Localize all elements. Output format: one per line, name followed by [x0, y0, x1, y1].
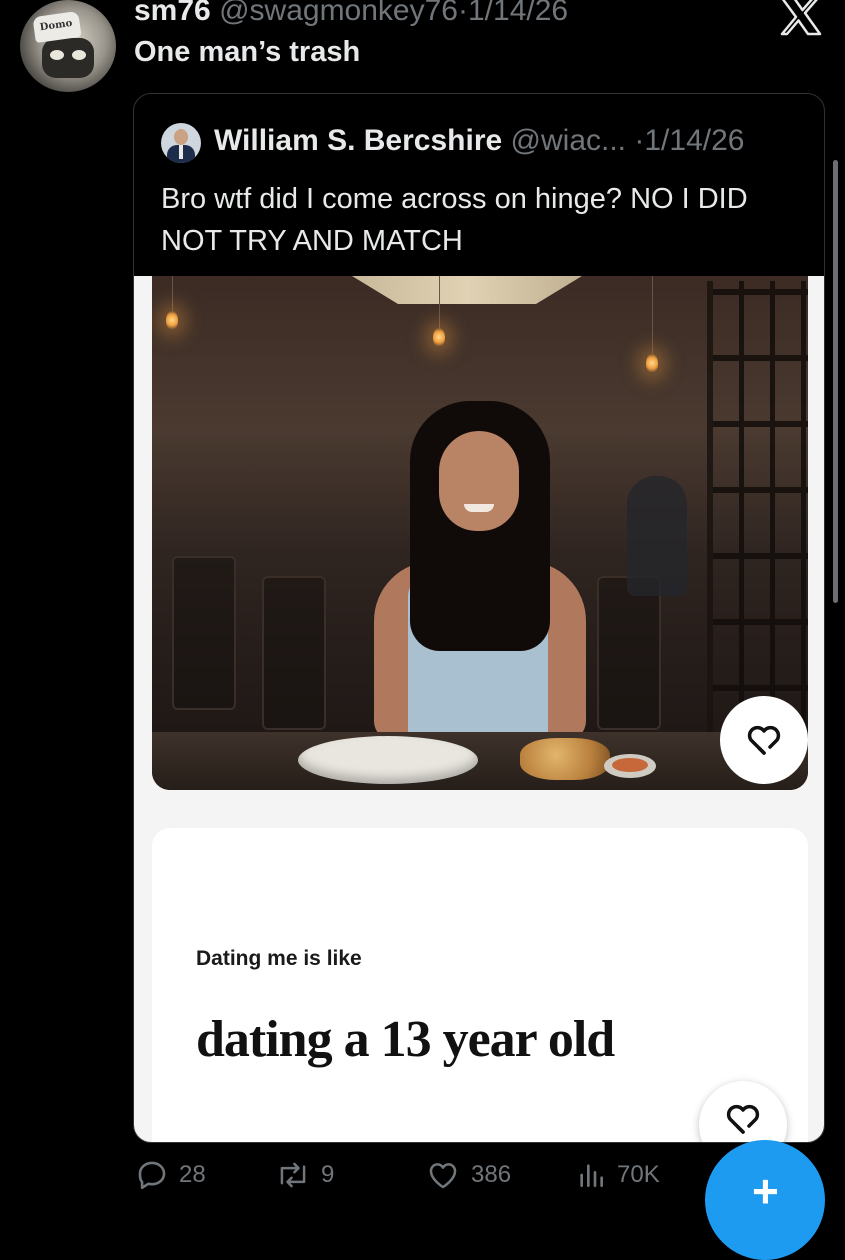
- quoted-tweet-card[interactable]: William S. Bercshire @wiac... ·1/14/26 B…: [133, 93, 825, 1143]
- avatar-text: Domo: [39, 17, 73, 34]
- prompt-label: Dating me is like: [196, 947, 362, 970]
- x-logo-icon[interactable]: [770, 0, 830, 46]
- author-handle[interactable]: @swagmonkey76·1/14/26: [219, 0, 568, 27]
- views-icon: [580, 1164, 603, 1187]
- views-button[interactable]: 70K: [575, 1158, 660, 1192]
- tweet-text: One man’s trash: [134, 36, 361, 68]
- repost-count: 9: [321, 1161, 335, 1188]
- tweet-header: sm76 @swagmonkey76·1/14/26: [134, 0, 568, 28]
- reply-button[interactable]: 28: [135, 1158, 206, 1192]
- like-photo-button[interactable]: [720, 696, 808, 784]
- compose-button[interactable]: +: [705, 1140, 825, 1260]
- quoted-author-avatar[interactable]: [161, 123, 201, 163]
- avatar-figure: [42, 38, 94, 78]
- quoted-tweet-text: Bro wtf did I come across on hinge? NO I…: [161, 183, 748, 257]
- repost-button[interactable]: 9: [275, 1158, 334, 1192]
- scrollbar[interactable]: [833, 160, 838, 603]
- quoted-author-handle[interactable]: @wiac... ·1/14/26: [511, 124, 745, 157]
- prompt-answer: dating a 13 year old: [196, 1011, 615, 1068]
- hinge-screenshot[interactable]: Dating me is like dating a 13 year old: [134, 276, 824, 1142]
- author-name[interactable]: sm76: [134, 0, 211, 27]
- author-avatar[interactable]: Domo: [20, 0, 116, 92]
- quoted-author-name[interactable]: William S. Bercshire: [214, 124, 502, 157]
- like-count: 386: [471, 1161, 512, 1188]
- reply-icon: [138, 1161, 166, 1190]
- repost-icon: [280, 1162, 306, 1188]
- hinge-like-icon: [747, 725, 781, 755]
- like-icon: [429, 1163, 457, 1189]
- profile-photo: [152, 276, 808, 790]
- views-count: 70K: [617, 1161, 660, 1188]
- quoted-tweet-header: William S. Bercshire @wiac... ·1/14/26: [214, 124, 744, 158]
- plus-icon: +: [752, 1165, 779, 1217]
- reply-count: 28: [179, 1161, 206, 1188]
- like-button[interactable]: 386: [425, 1158, 511, 1192]
- hinge-like-icon: [726, 1104, 760, 1134]
